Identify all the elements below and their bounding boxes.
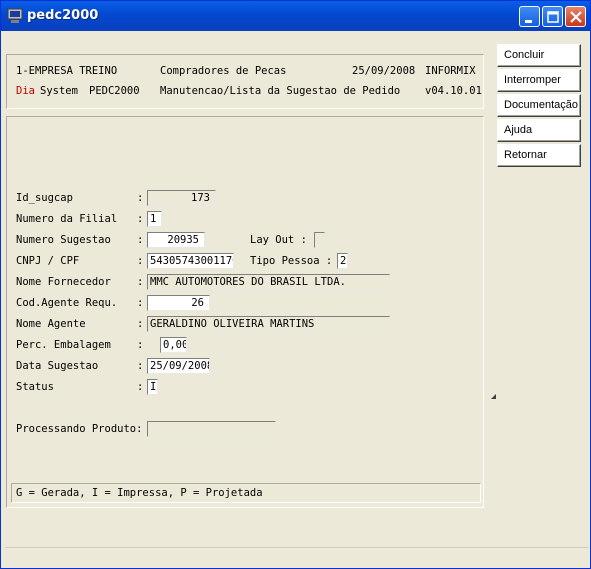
colon: :	[137, 192, 144, 204]
header-date: 25/09/2008	[352, 65, 416, 77]
documentacao-button[interactable]: Documentação	[497, 94, 581, 117]
nome-agente-field: GERALDINO OLIVEIRA MARTINS	[147, 316, 390, 332]
cod-agente-label: Cod.Agente Requ.	[16, 297, 118, 309]
header-panel: 1-EMPRESA TREINO Compradores de Pecas 25…	[6, 54, 484, 109]
close-button[interactable]	[565, 6, 586, 27]
module-name: Compradores de Pecas	[160, 65, 287, 77]
colon: :	[137, 381, 144, 393]
title-bar[interactable]: pedc2000	[1, 1, 590, 31]
colon: :	[137, 255, 144, 267]
processando-field	[147, 421, 276, 437]
system-label: System	[40, 85, 78, 97]
cnpj-label: CNPJ / CPF	[16, 255, 80, 267]
cnpj-field[interactable]: 54305743001170	[147, 253, 234, 269]
data-sugestao-label: Data Sugestao	[16, 360, 99, 372]
lay-out-label: Lay Out :	[250, 234, 307, 246]
database-name: INFORMIX	[425, 65, 476, 77]
nome-fornecedor-field: MMC AUTOMOTORES DO BRASIL LTDA.	[147, 274, 390, 290]
perc-embalagem-label: Perc. Embalagem	[16, 339, 111, 351]
concluir-button[interactable]: Concluir	[497, 44, 581, 67]
colon: :	[137, 318, 144, 330]
ajuda-button[interactable]: Ajuda	[497, 119, 581, 142]
resize-grip-icon[interactable]	[491, 394, 497, 400]
id-sugcap-field: 173	[147, 190, 216, 206]
status-legend: G = Gerada, I = Impressa, P = Projetada	[16, 487, 263, 499]
colon: :	[137, 339, 144, 351]
status-label: Status	[16, 381, 54, 393]
window-title: pedc2000	[27, 8, 99, 23]
form-panel: Id_sugcap : 173 Numero da Filial : 1 Num…	[6, 116, 484, 508]
colon: :	[137, 213, 144, 225]
minimize-icon	[525, 20, 532, 23]
screen-title: Manutencao/Lista da Sugestao de Pedido	[160, 85, 401, 97]
status-bar: G = Gerada, I = Impressa, P = Projetada	[11, 483, 481, 503]
company-name: 1-EMPRESA TREINO	[16, 65, 118, 77]
app-icon	[7, 8, 23, 23]
numero-sugestao-label: Numero Sugestao	[16, 234, 111, 246]
program-code: PEDC2000	[89, 85, 140, 97]
numero-filial-field[interactable]: 1	[147, 211, 162, 227]
id-sugcap-label: Id_sugcap	[16, 192, 73, 204]
colon: :	[137, 297, 144, 309]
numero-sugestao-field[interactable]: 20935	[147, 232, 205, 248]
interromper-button[interactable]: Interromper	[497, 69, 581, 92]
colon: :	[137, 234, 144, 246]
colon: :	[137, 360, 144, 372]
maximize-icon	[547, 11, 559, 23]
close-icon	[570, 11, 582, 23]
maximize-button[interactable]	[542, 6, 563, 27]
colon: :	[137, 276, 144, 288]
tipo-pessoa-field[interactable]: 2	[337, 253, 348, 269]
nome-fornecedor-label: Nome Fornecedor	[16, 276, 111, 288]
dia-label: Dia	[16, 85, 35, 97]
processando-label: Processando Produto:	[16, 423, 143, 435]
numero-filial-label: Numero da Filial	[16, 213, 118, 225]
status-strip	[5, 547, 588, 566]
tipo-pessoa-label: Tipo Pessoa :	[250, 255, 333, 267]
version-label: v04.10.01	[425, 85, 482, 97]
cod-agente-field[interactable]: 26	[147, 295, 210, 311]
minimize-button[interactable]	[519, 6, 540, 27]
perc-embalagem-field[interactable]: 0,00	[160, 337, 187, 353]
nome-agente-label: Nome Agente	[16, 318, 86, 330]
app-window: pedc2000 1-EMPRESA TREINO Compradores de…	[0, 0, 591, 569]
status-field[interactable]: I	[147, 379, 158, 395]
lay-out-field[interactable]	[314, 232, 325, 248]
data-sugestao-field[interactable]: 25/09/2008	[147, 358, 210, 374]
retornar-button[interactable]: Retornar	[497, 144, 581, 167]
